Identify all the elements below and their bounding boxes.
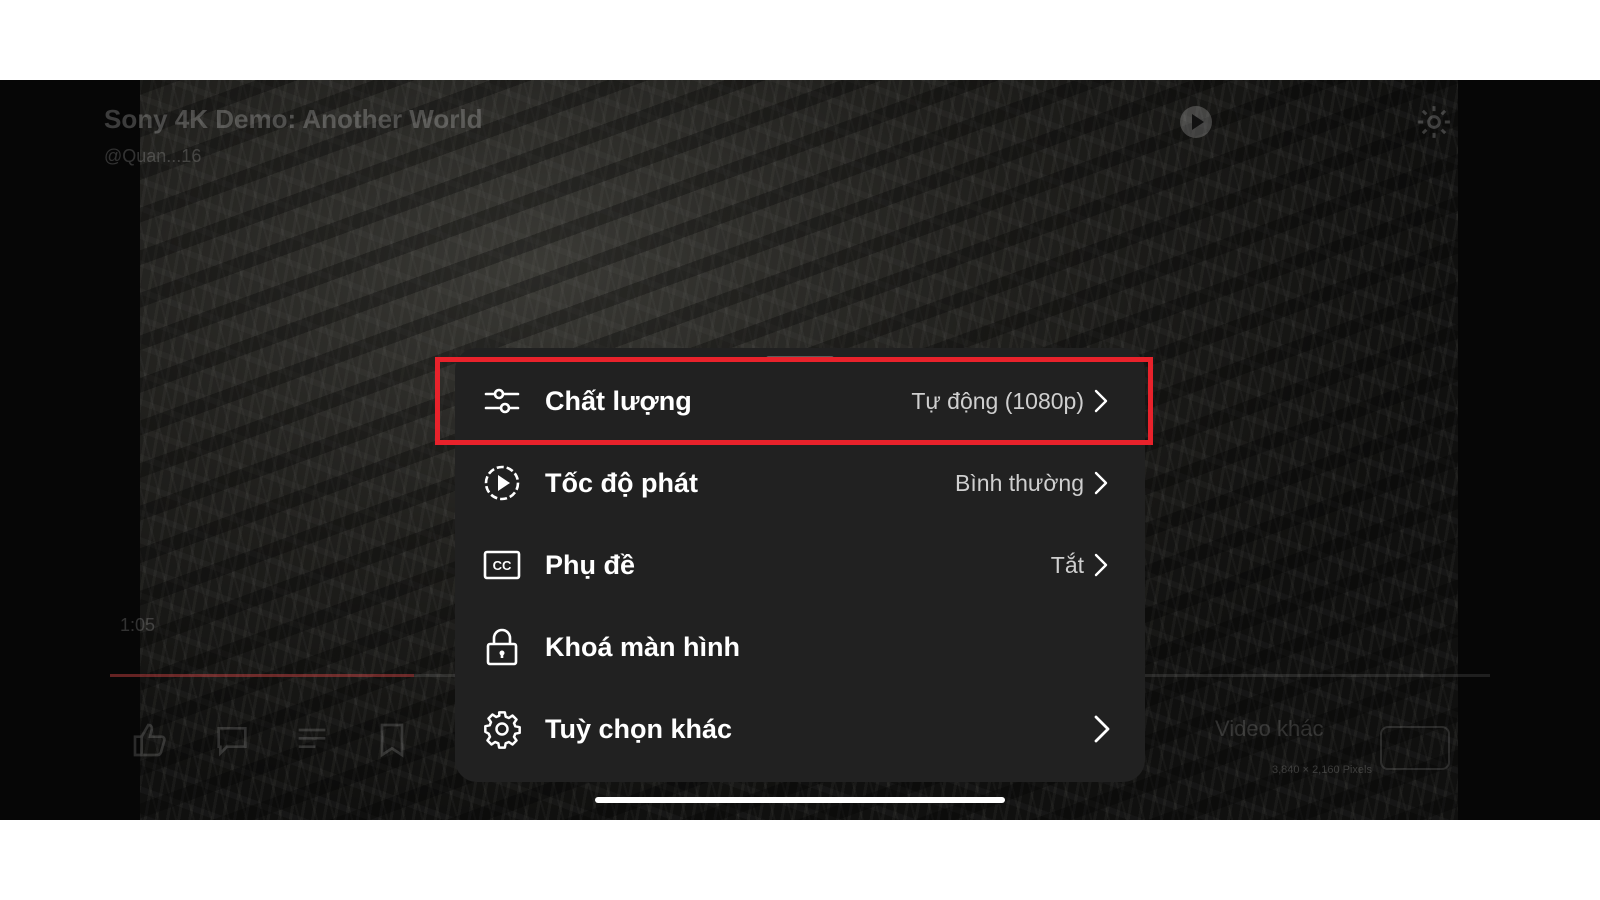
playback-speed-icon [482, 463, 522, 503]
menu-item-value: Tắt [1050, 551, 1084, 578]
like-icon[interactable] [130, 720, 170, 760]
more-videos-label[interactable]: Video khác [1215, 716, 1323, 742]
comment-icon[interactable] [212, 720, 252, 760]
chevron-right-icon [1093, 470, 1109, 496]
play-icon[interactable] [1176, 102, 1216, 142]
menu-item-lock-screen[interactable]: Khoá màn hình [455, 606, 1145, 688]
gear-icon [482, 709, 522, 749]
menu-item-label: Tuỳ chọn khác [545, 713, 733, 744]
menu-item-playback-speed[interactable]: Tốc độ phát Bình thường [455, 442, 1145, 524]
menu-item-value: Bình thường [955, 469, 1084, 496]
highlight-annotation-box [435, 357, 1153, 445]
progress-fill [110, 674, 414, 677]
settings-gear-icon[interactable] [1414, 102, 1454, 142]
home-indicator[interactable] [595, 797, 1005, 803]
chevron-right-icon [1093, 714, 1111, 744]
menu-item-label: Khoá màn hình [545, 631, 740, 662]
menu-item-captions[interactable]: CC Phụ đề Tắt [455, 524, 1145, 606]
more-videos-thumbnail[interactable] [1380, 726, 1450, 770]
lock-icon [482, 627, 522, 667]
save-bookmark-icon[interactable] [372, 720, 412, 760]
video-title: Sony 4K Demo: Another World [104, 104, 483, 134]
channel-handle: @Quan...16 [104, 146, 202, 166]
resolution-label: 3,840 × 2,160 Pixels [1272, 764, 1372, 776]
current-time: 1:05 [120, 615, 156, 635]
playlist-icon[interactable] [292, 720, 332, 760]
chevron-right-icon [1093, 552, 1109, 578]
svg-text:CC: CC [493, 558, 512, 573]
menu-item-label: Phụ đề [545, 549, 636, 580]
menu-item-more-options[interactable]: Tuỳ chọn khác [455, 688, 1145, 770]
menu-item-label: Tốc độ phát [545, 467, 698, 498]
cc-icon: CC [482, 545, 522, 585]
